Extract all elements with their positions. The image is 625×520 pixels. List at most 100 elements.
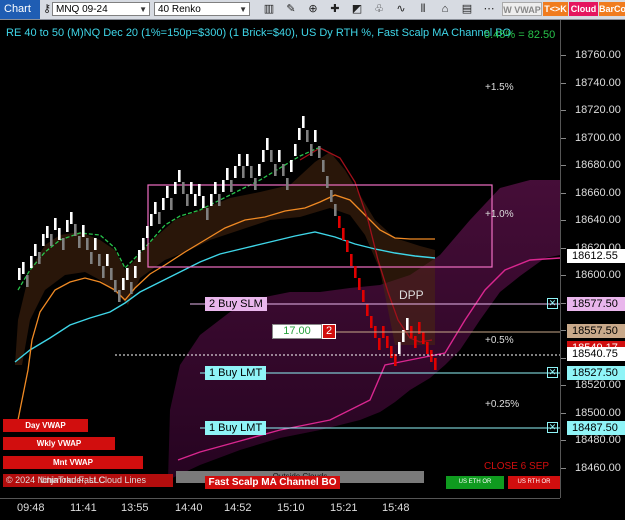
instrument-selector[interactable]: MNQ 09-24 ▼ bbox=[52, 2, 150, 16]
us-rth-or-button[interactable]: US RTH OR bbox=[508, 476, 560, 489]
renko-brick bbox=[394, 354, 397, 366]
wvwap-button[interactable]: W VWAP bbox=[502, 2, 542, 16]
indicators-icon[interactable]: ∿ bbox=[394, 2, 408, 16]
price-tick-label: 18520.00 bbox=[575, 379, 621, 391]
close-icon[interactable]: ✕ bbox=[547, 367, 558, 378]
renko-brick bbox=[230, 180, 233, 192]
price-flag-position: 18557.50 bbox=[567, 324, 625, 338]
buy-lmt-order-2[interactable]: 1 Buy LMT bbox=[205, 421, 267, 435]
time-tick-label: 15:48 bbox=[382, 502, 410, 514]
renko-brick bbox=[206, 208, 209, 220]
renko-brick bbox=[322, 160, 325, 172]
close-icon[interactable]: ✕ bbox=[547, 422, 558, 433]
renko-brick bbox=[342, 228, 345, 240]
price-tick-label: 18640.00 bbox=[575, 214, 621, 226]
price-tick-mark bbox=[561, 82, 566, 84]
renko-brick bbox=[282, 164, 285, 176]
position-qty-box[interactable]: 2 bbox=[322, 324, 336, 339]
buy-slm-order[interactable]: 2 Buy SLM bbox=[205, 297, 267, 311]
mnt-vwap-button[interactable]: Mnt VWAP bbox=[3, 456, 143, 469]
price-tick-mark bbox=[561, 110, 566, 111]
overlay-value: 0.45% = 82.50 bbox=[484, 29, 556, 41]
renko-brick bbox=[150, 214, 153, 226]
time-tick-label: 13:55 bbox=[121, 502, 149, 514]
renko-brick bbox=[138, 250, 141, 262]
chart-panel[interactable]: RE 40 to 50 (M)NQ Dec 20 (1%=150p=$300) … bbox=[0, 20, 561, 498]
renko-brick bbox=[82, 225, 85, 237]
bar-type-selector[interactable]: 40 Renko ▼ bbox=[154, 2, 250, 16]
price-tick-label: 18660.00 bbox=[575, 186, 621, 199]
close-icon[interactable]: ✕ bbox=[547, 298, 558, 309]
close-time-label: CLOSE 6 SEP bbox=[484, 461, 550, 472]
renko-brick bbox=[218, 194, 221, 206]
chevron-down-icon: ▼ bbox=[239, 5, 247, 14]
renko-brick bbox=[226, 168, 229, 180]
us-eth-or-button[interactable]: US ETH OR bbox=[446, 476, 504, 489]
day-vwap-button[interactable]: Day VWAP bbox=[3, 419, 88, 432]
renko-brick bbox=[254, 178, 257, 190]
cloud-button[interactable]: Cloud bbox=[569, 2, 598, 16]
renko-brick bbox=[294, 144, 297, 156]
renko-brick bbox=[414, 336, 417, 348]
renko-brick bbox=[366, 304, 369, 316]
price-tick-label: 18460.00 bbox=[575, 461, 621, 474]
renko-brick bbox=[238, 154, 241, 166]
price-tick-mark bbox=[561, 440, 566, 441]
wkly-vwap-button[interactable]: Wkly VWAP bbox=[3, 437, 115, 450]
renko-brick bbox=[326, 176, 329, 188]
percent-level: +1.0% bbox=[485, 209, 514, 220]
buy-lmt-order-1[interactable]: 1 Buy LMT bbox=[205, 366, 267, 380]
instrument-value: MNQ 09-24 bbox=[56, 4, 108, 15]
tk-button[interactable]: T<>K bbox=[543, 2, 568, 16]
bar-chart-icon[interactable]: ▥ bbox=[262, 2, 276, 16]
renko-brick bbox=[62, 238, 65, 250]
pencil-icon[interactable]: ✎ bbox=[284, 2, 298, 16]
price-tick-mark bbox=[561, 275, 566, 276]
price-tick-mark bbox=[561, 357, 566, 359]
renko-brick bbox=[90, 252, 93, 264]
renko-brick bbox=[122, 278, 125, 290]
zoom-icon[interactable]: ⊕ bbox=[306, 2, 320, 16]
price-axis[interactable]: 18760.00 18740.00 18720.00 18700.00 18680.00… bbox=[560, 20, 625, 498]
renko-brick bbox=[142, 238, 145, 250]
time-tick-label: 11:41 bbox=[70, 502, 97, 514]
renko-brick bbox=[166, 186, 169, 198]
barco-button[interactable]: BarCo bbox=[599, 2, 625, 16]
position-pnl-box[interactable]: 17.00 bbox=[272, 324, 322, 339]
time-tick-label: 15:21 bbox=[330, 502, 358, 514]
price-flag: 18612.55 bbox=[567, 249, 625, 263]
bar-type-value: 40 Renko bbox=[158, 4, 201, 15]
strategy-icon[interactable]: ♧ bbox=[372, 2, 386, 16]
renko-brick bbox=[170, 198, 173, 210]
more-icon[interactable]: ⋯ bbox=[482, 2, 496, 16]
data-series-icon[interactable]: ⫴ bbox=[416, 2, 430, 16]
crosshair-icon[interactable]: ✚ bbox=[328, 2, 342, 16]
renko-brick bbox=[426, 342, 429, 354]
renko-brick bbox=[234, 166, 237, 178]
renko-brick bbox=[162, 198, 165, 210]
renko-brick bbox=[390, 346, 393, 358]
chevron-down-icon: ▼ bbox=[139, 5, 147, 14]
price-tick-label: 18760.00 bbox=[575, 49, 621, 61]
renko-brick bbox=[58, 228, 61, 240]
renko-brick bbox=[310, 144, 313, 156]
drawing-tools-icon[interactable]: ◩ bbox=[350, 2, 364, 16]
toolbar: Chart ⚷ MNQ 09-24 ▼ 40 Renko ▼ ▥ ✎ ⊕ ✚ ◩… bbox=[0, 0, 625, 20]
renko-brick bbox=[54, 218, 57, 230]
renko-brick bbox=[290, 160, 293, 172]
properties-icon[interactable]: ⌂ bbox=[438, 2, 452, 16]
price-tick-mark bbox=[561, 192, 566, 194]
price-flag-buy-lmt-1: 18527.50 bbox=[567, 366, 625, 380]
renko-brick bbox=[286, 178, 289, 190]
renko-brick bbox=[278, 150, 281, 162]
price-tick-label: 18720.00 bbox=[575, 104, 621, 116]
chart-trader-icon[interactable]: ▤ bbox=[460, 2, 474, 16]
price-tick-label: 18680.00 bbox=[575, 159, 621, 171]
percent-level: +1.5% bbox=[485, 82, 514, 93]
renko-brick bbox=[86, 238, 89, 250]
ichimoku-lines-label: Ichimoku Fast Cloud Lines bbox=[40, 475, 147, 485]
time-axis[interactable]: 09:48 11:41 13:55 14:40 14:52 15:10 15:21 15:48 bbox=[0, 498, 560, 520]
price-tick-mark bbox=[561, 247, 566, 249]
price-flag-buy-slm: 18577.50 bbox=[567, 297, 625, 311]
fast-scalp-button[interactable]: Fast Scalp MA Channel BO bbox=[205, 476, 340, 489]
